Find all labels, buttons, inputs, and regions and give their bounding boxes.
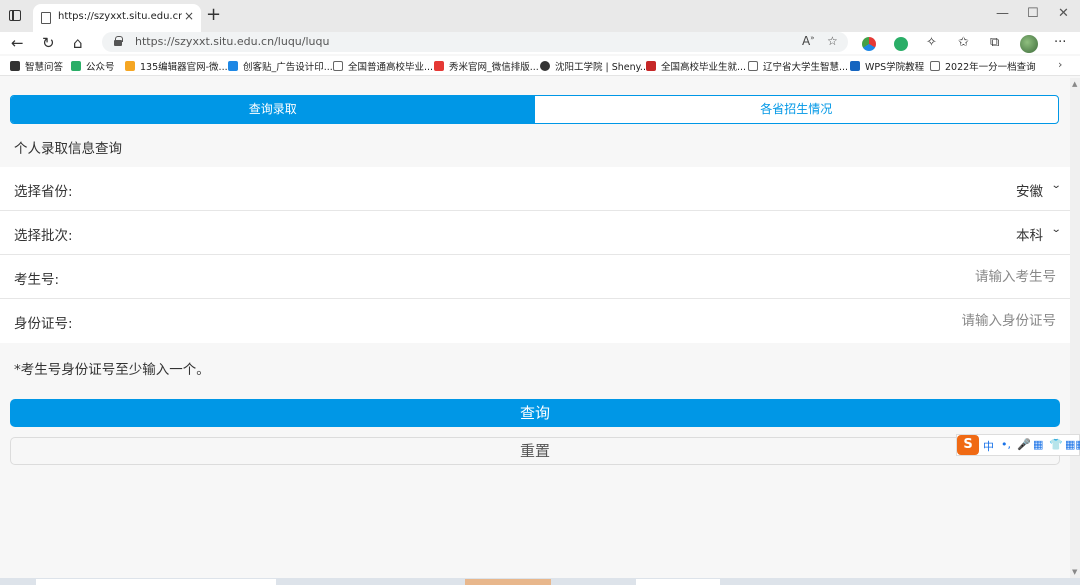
bookmark-icon <box>125 61 135 71</box>
page-scrollbar[interactable]: ▲ ▼ <box>1070 78 1080 578</box>
section-title: 个人录取信息查询 <box>14 141 122 157</box>
minimize-button[interactable]: — <box>996 6 1009 21</box>
favorites-icon[interactable]: ✩ <box>958 35 969 50</box>
province-label: 选择省份: <box>14 184 73 200</box>
bookmarks-bar: 智慧问答 公众号 135编辑器官网-微... 创客贴_广告设计印... 全国普通… <box>0 56 1080 76</box>
bookmark-item[interactable]: WPS学院教程 <box>850 59 924 73</box>
toolbox-icon[interactable]: ▦▦ <box>1065 438 1080 451</box>
page-favicon-icon <box>41 12 51 24</box>
bookmark-item[interactable]: 辽宁省大学生智慧... <box>748 59 848 73</box>
lock-icon[interactable] <box>114 36 123 46</box>
bookmark-icon <box>228 61 238 71</box>
bookmark-icon <box>748 61 758 71</box>
bookmark-item[interactable]: 创客贴_广告设计印... <box>228 59 333 73</box>
tab-title: https://szyxxt.situ.edu.cn/luqu/lu <box>58 11 182 22</box>
chevron-down-icon[interactable]: ⌄ <box>1050 180 1061 191</box>
exam-number-label: 考生号: <box>14 272 60 288</box>
refresh-icon[interactable]: ↻ <box>42 34 55 52</box>
tab-admission-query[interactable]: 查询录取 <box>11 96 535 123</box>
bookmarks-overflow-icon[interactable]: › <box>1058 58 1062 71</box>
id-number-input[interactable] <box>756 309 1056 333</box>
address-bar[interactable]: https://szyxxt.situ.edu.cn/luqu/luqu A» … <box>102 32 848 52</box>
form-note: *考生号身份证号至少输入一个。 <box>14 362 210 378</box>
bookmark-item[interactable]: 全国普通高校毕业... <box>333 59 433 73</box>
ime-toolbar[interactable]: S 中 •, 🎤 ▦ 👕 ▦▦ <box>956 434 1080 456</box>
id-number-row: 身份证号: <box>0 299 1070 343</box>
favorite-star-icon[interactable]: ☆ <box>827 34 838 48</box>
bookmark-item[interactable]: 秀米官网_微信排版... <box>434 59 539 73</box>
chinese-mode-icon[interactable]: 中 <box>983 438 994 454</box>
browser-toolbar: ← ↻ ⌂ https://szyxxt.situ.edu.cn/luqu/lu… <box>0 32 1080 54</box>
more-menu-icon[interactable]: ··· <box>1054 35 1066 50</box>
browser-tab-strip: https://szyxxt.situ.edu.cn/luqu/lu × + —… <box>0 0 1080 32</box>
url-text[interactable]: https://szyxxt.situ.edu.cn/luqu/luqu <box>135 35 329 48</box>
tab-actions-icon[interactable] <box>7 8 23 24</box>
exam-number-row: 考生号: <box>0 255 1070 299</box>
bookmark-item[interactable]: 全国高校毕业生就... <box>646 59 746 73</box>
read-aloud-icon[interactable]: A» <box>802 34 815 48</box>
bookmark-item[interactable]: 公众号 <box>71 59 115 73</box>
bookmark-icon <box>930 61 940 71</box>
bookmark-item[interactable]: 智慧问答 <box>10 59 63 73</box>
keyboard-icon[interactable]: ▦ <box>1033 438 1043 451</box>
province-select[interactable]: 选择省份: 安徽 ⌄ <box>0 167 1070 211</box>
query-form: 选择省份: 安徽 ⌄ 选择批次: 本科 ⌄ 考生号: 身份证号: <box>0 167 1070 343</box>
tab-close-icon[interactable]: × <box>184 9 194 23</box>
tab-province-enrollment[interactable]: 各省招生情况 <box>535 96 1059 123</box>
scroll-up-icon[interactable]: ▲ <box>1072 80 1077 88</box>
province-value[interactable]: 安徽 <box>1016 180 1043 200</box>
maximize-button[interactable]: ☐ <box>1027 6 1039 21</box>
bookmark-icon <box>333 61 343 71</box>
microphone-icon[interactable]: 🎤 <box>1017 438 1031 451</box>
query-button[interactable]: 查询 <box>10 399 1060 427</box>
profile-avatar[interactable] <box>1020 35 1038 53</box>
extensions-puzzle-icon[interactable]: ✧ <box>926 35 937 50</box>
bookmark-icon <box>540 61 550 71</box>
close-window-button[interactable]: ✕ <box>1058 6 1069 21</box>
sogou-logo-icon[interactable]: S <box>957 435 979 455</box>
bookmark-icon <box>850 61 860 71</box>
browser-tab[interactable]: https://szyxxt.situ.edu.cn/luqu/lu × <box>33 4 201 32</box>
skin-icon[interactable]: 👕 <box>1049 438 1063 451</box>
batch-select[interactable]: 选择批次: 本科 ⌄ <box>0 211 1070 255</box>
segmented-tabs: 查询录取 各省招生情况 <box>10 95 1059 124</box>
chevron-down-icon[interactable]: ⌄ <box>1050 224 1061 235</box>
batch-label: 选择批次: <box>14 228 73 244</box>
back-icon[interactable]: ← <box>11 34 24 52</box>
bookmark-icon <box>434 61 444 71</box>
new-tab-button[interactable]: + <box>206 4 221 25</box>
reset-button[interactable]: 重置 <box>10 437 1060 465</box>
scroll-down-icon[interactable]: ▼ <box>1072 568 1077 576</box>
bookmark-icon <box>10 61 20 71</box>
page-content: 查询录取 各省招生情况 个人录取信息查询 选择省份: 安徽 ⌄ 选择批次: 本科… <box>0 78 1070 578</box>
bookmark-item[interactable]: 2022年一分一档查询 <box>930 59 1036 73</box>
bookmark-item[interactable]: 沈阳工学院 | Sheny... <box>540 59 649 73</box>
bookmark-icon <box>71 61 81 71</box>
wechat-extension-icon[interactable] <box>894 37 908 51</box>
id-number-label: 身份证号: <box>14 316 73 332</box>
bookmark-item[interactable]: 135编辑器官网-微... <box>125 59 228 73</box>
punctuation-icon[interactable]: •, <box>1001 438 1011 451</box>
batch-value[interactable]: 本科 <box>1016 224 1043 244</box>
bookmark-icon <box>646 61 656 71</box>
exam-number-input[interactable] <box>756 265 1056 289</box>
collections-icon[interactable]: ⧉ <box>990 35 999 50</box>
extension-icon[interactable] <box>862 37 876 51</box>
home-icon[interactable]: ⌂ <box>73 34 83 52</box>
taskbar-strip <box>0 578 1080 585</box>
